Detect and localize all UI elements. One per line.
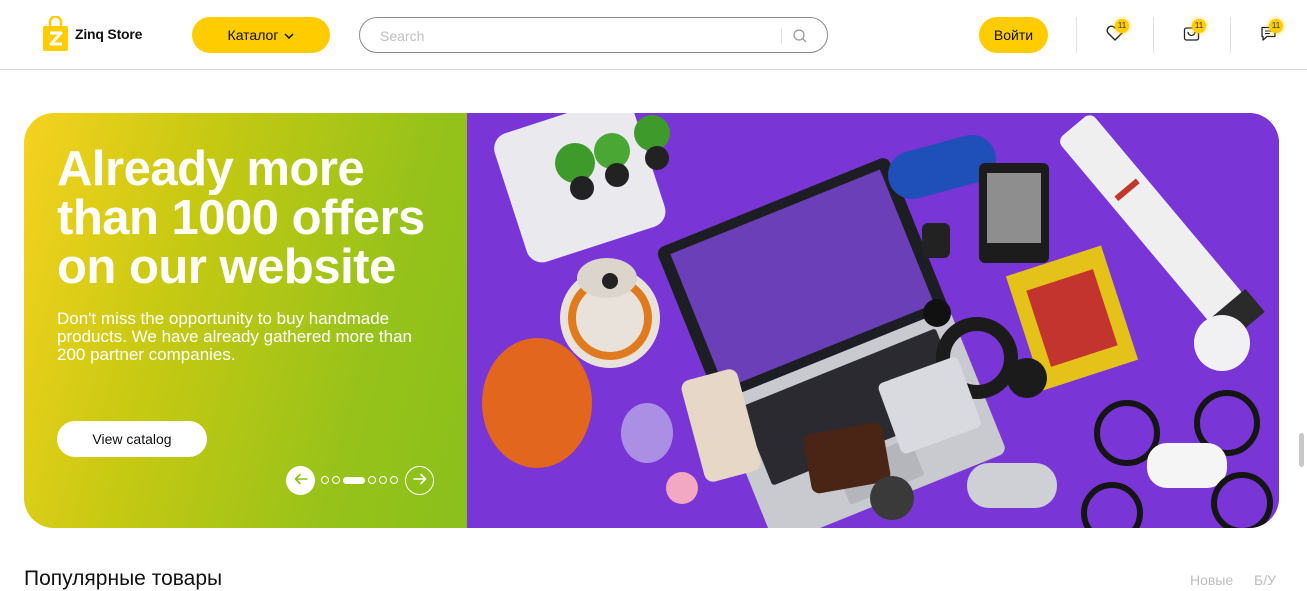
banner-text-panel: Already more than 1000 offers on our web… [24, 113, 467, 528]
top-header: Zinq Store Каталог Войти 11 11 11 [0, 0, 1307, 70]
catalog-button[interactable]: Каталог [192, 17, 330, 53]
slider-dot[interactable] [390, 476, 398, 484]
slider-dot[interactable] [321, 476, 329, 484]
header-divider [1230, 17, 1231, 53]
slider-next-button[interactable] [405, 466, 434, 495]
cart-button[interactable]: 11 [1183, 19, 1206, 45]
favorites-button[interactable]: 11 [1106, 19, 1129, 45]
slider-dot[interactable] [343, 476, 365, 484]
messages-button[interactable]: 11 [1260, 19, 1283, 45]
search-divider [781, 28, 782, 44]
arrow-right-icon [412, 472, 427, 490]
scrollbar-thumb[interactable] [1299, 433, 1304, 467]
banner-title: Already more than 1000 offers on our web… [57, 142, 425, 294]
search-input[interactable] [380, 26, 770, 46]
view-catalog-button[interactable]: View catalog [57, 421, 207, 457]
arrow-left-icon [294, 472, 308, 490]
logo[interactable]: Zinq Store [42, 15, 143, 52]
section-title: Популярные товары [24, 567, 223, 590]
login-button[interactable]: Войти [979, 17, 1048, 53]
search-bar [359, 17, 828, 53]
favorites-count-badge: 11 [1115, 19, 1129, 33]
chevron-down-icon [284, 27, 294, 43]
slider-dot[interactable] [368, 476, 376, 484]
logo-text: Zinq Store [75, 26, 143, 42]
messages-count-badge: 11 [1269, 19, 1283, 33]
search-icon[interactable] [792, 28, 808, 44]
slider-prev-button[interactable] [286, 466, 315, 495]
slider-dot[interactable] [332, 476, 340, 484]
catalog-label: Каталог [227, 27, 279, 43]
shopping-bag-logo-icon [42, 15, 69, 52]
header-divider [1153, 17, 1154, 53]
slider-dots [321, 476, 398, 484]
promo-banner: Already more than 1000 offers on our web… [24, 113, 1279, 528]
slider-dot[interactable] [379, 476, 387, 484]
banner-subtitle: Don't miss the opportunity to buy handma… [57, 309, 413, 364]
banner-product-photo [467, 113, 1279, 528]
header-divider [1076, 17, 1077, 53]
gadgets-flatlay-image [467, 113, 1279, 528]
cart-count-badge: 11 [1192, 19, 1206, 33]
